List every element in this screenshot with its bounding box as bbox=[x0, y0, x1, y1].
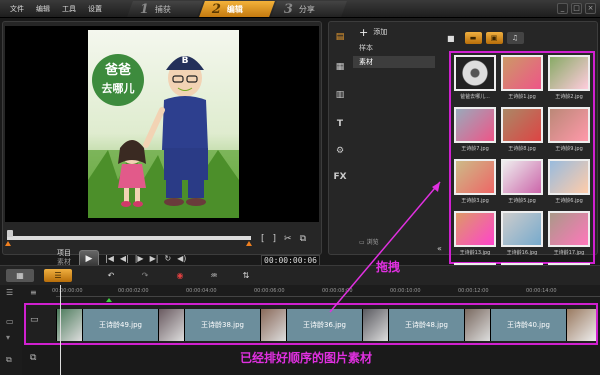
sorted-annotation: 已经排好顺序的图片素材 bbox=[240, 351, 373, 365]
drag-annotation: 拖拽 bbox=[376, 260, 401, 274]
drag-arrow bbox=[329, 181, 441, 313]
